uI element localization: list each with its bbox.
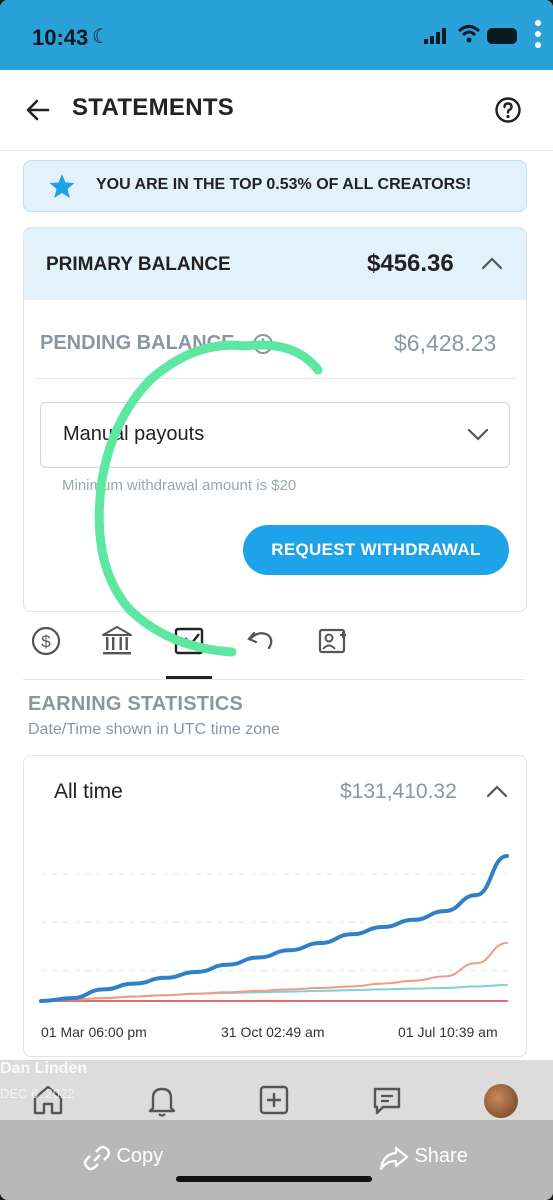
statistics-icon[interactable]	[171, 623, 207, 659]
share-arrow-icon	[379, 1146, 409, 1171]
minimum-withdrawal-note: Minimum withdrawal amount is $20	[62, 477, 297, 494]
bank-icon[interactable]	[99, 623, 135, 659]
pending-balance-label: PENDING BALANCE	[40, 332, 235, 354]
page-title: STATEMENTS	[72, 94, 235, 121]
earning-statistics-title: EARNING STATISTICS	[28, 693, 244, 715]
author-name: Dan Linden	[0, 1060, 88, 1077]
dollar-icon[interactable]: $	[28, 623, 64, 659]
copy-button[interactable]: Copy	[82, 1144, 163, 1172]
share-button[interactable]: Share	[378, 1144, 468, 1172]
series-line	[39, 854, 509, 1003]
bell-icon[interactable]	[144, 1082, 180, 1118]
payout-method-value: Manual payouts	[63, 423, 205, 445]
post-date: DEC 6, 2022	[0, 1086, 75, 1101]
statement-tabs: $	[0, 615, 553, 681]
home-indicator	[176, 1176, 372, 1182]
top-app-bar: STATEMENTS	[0, 70, 553, 151]
chevron-down-icon	[467, 428, 489, 441]
primary-balance-label: PRIMARY BALANCE	[46, 254, 231, 275]
divider	[23, 679, 525, 680]
chevron-up-icon[interactable]	[481, 254, 503, 272]
wifi-icon	[457, 25, 481, 43]
primary-balance-amount: $456.36	[367, 250, 454, 277]
banner-text: YOU ARE IN THE TOP 0.53% OF ALL CREATORS…	[96, 176, 472, 193]
share-label: Share	[414, 1145, 468, 1168]
more-options-icon[interactable]	[535, 20, 541, 53]
time-range-label[interactable]: All time	[54, 780, 123, 804]
request-withdrawal-button[interactable]: REQUEST WITHDRAWAL	[243, 525, 509, 575]
copy-label: Copy	[116, 1145, 164, 1168]
x-tick-label: 01 Mar 06:00 pm	[41, 1024, 147, 1040]
refund-icon[interactable]	[243, 623, 279, 659]
referral-icon[interactable]	[315, 623, 351, 659]
divider	[34, 378, 516, 379]
status-bar: 10:43 ☾	[0, 0, 553, 70]
status-time: 10:43	[32, 25, 89, 50]
app-screen: 10:43 ☾ STATEMENTS YOU ARE IN THE TOP 0.…	[0, 0, 553, 1200]
back-arrow-icon[interactable]	[24, 96, 52, 124]
x-tick-label: 31 Oct 02:49 am	[221, 1024, 325, 1040]
star-icon	[49, 174, 75, 198]
earnings-chart-card: All time $131,410.32 01 Mar 06:00 pm 31 …	[23, 755, 527, 1057]
info-icon[interactable]	[252, 333, 274, 355]
add-post-icon[interactable]	[256, 1082, 292, 1118]
chevron-up-icon[interactable]	[486, 782, 508, 800]
moon-icon: ☾	[92, 26, 110, 48]
battery-icon	[487, 28, 517, 44]
pending-balance-amount: $6,428.23	[394, 330, 497, 356]
help-icon[interactable]	[494, 96, 522, 124]
messages-icon[interactable]	[369, 1082, 405, 1118]
share-bar: Copy Share	[0, 1120, 553, 1200]
x-tick-label: 01 Jul 10:39 am	[398, 1024, 498, 1040]
avatar[interactable]	[484, 1084, 518, 1118]
signal-icon	[424, 28, 446, 44]
earnings-line-chart	[39, 854, 509, 1003]
top-creator-banner: YOU ARE IN THE TOP 0.53% OF ALL CREATORS…	[23, 160, 527, 212]
earnings-total: $131,410.32	[340, 780, 457, 803]
link-icon	[83, 1145, 111, 1171]
payout-method-select[interactable]: Manual payouts	[40, 402, 510, 468]
balance-card: PRIMARY BALANCE $456.36 PENDING BALANCE …	[23, 227, 527, 612]
svg-text:$: $	[41, 632, 51, 651]
primary-balance-row[interactable]: PRIMARY BALANCE $456.36	[24, 228, 526, 300]
timezone-note: Date/Time shown in UTC time zone	[28, 721, 280, 738]
